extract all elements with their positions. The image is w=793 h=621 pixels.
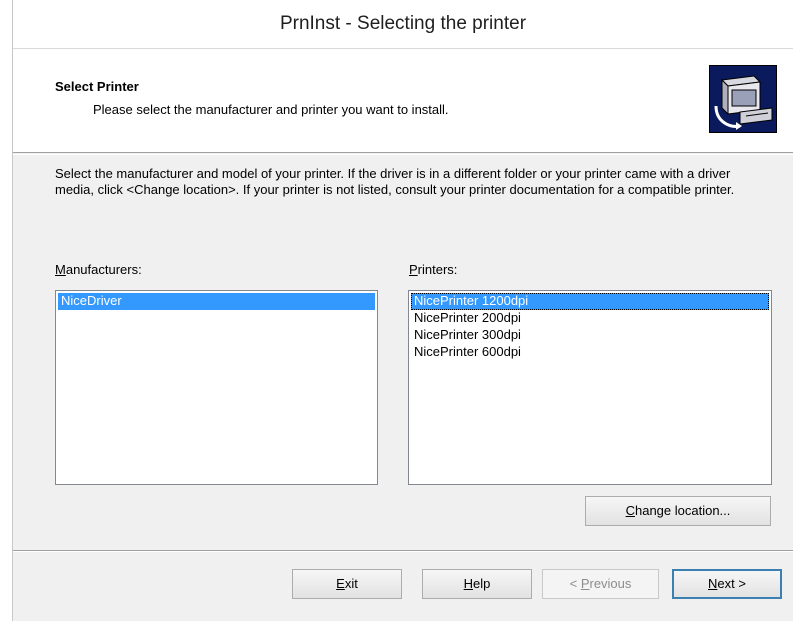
list-item[interactable]: NicePrinter 1200dpi [411, 293, 769, 310]
list-item[interactable]: NiceDriver [58, 293, 375, 310]
list-item[interactable]: NicePrinter 600dpi [411, 344, 769, 361]
wizard-header: Select Printer Please select the manufac… [13, 48, 793, 153]
header-title: Select Printer [55, 79, 139, 94]
next-button[interactable]: Next > [672, 569, 782, 599]
list-item[interactable]: NicePrinter 300dpi [411, 327, 769, 344]
previous-button[interactable]: < Previous [542, 569, 659, 599]
instructions-text: Select the manufacturer and model of you… [55, 166, 735, 197]
exit-button[interactable]: Exit [292, 569, 402, 599]
change-location-button[interactable]: Change location... [585, 496, 771, 526]
printer-install-icon [709, 65, 777, 133]
window-title: PrnInst - Selecting the printer [13, 0, 793, 48]
header-divider [13, 154, 793, 155]
installer-window: PrnInst - Selecting the printer Select P… [12, 0, 793, 621]
footer-divider-highlight [13, 551, 793, 552]
manufacturers-label: Manufacturers: [55, 262, 142, 277]
manufacturers-listbox[interactable]: NiceDriver [55, 290, 378, 485]
header-subtitle: Please select the manufacturer and print… [93, 102, 449, 117]
printers-listbox[interactable]: NicePrinter 1200dpi NicePrinter 200dpi N… [408, 290, 772, 485]
printers-label: Printers: [409, 262, 458, 277]
help-button[interactable]: Help [422, 569, 532, 599]
list-item[interactable]: NicePrinter 200dpi [411, 310, 769, 327]
